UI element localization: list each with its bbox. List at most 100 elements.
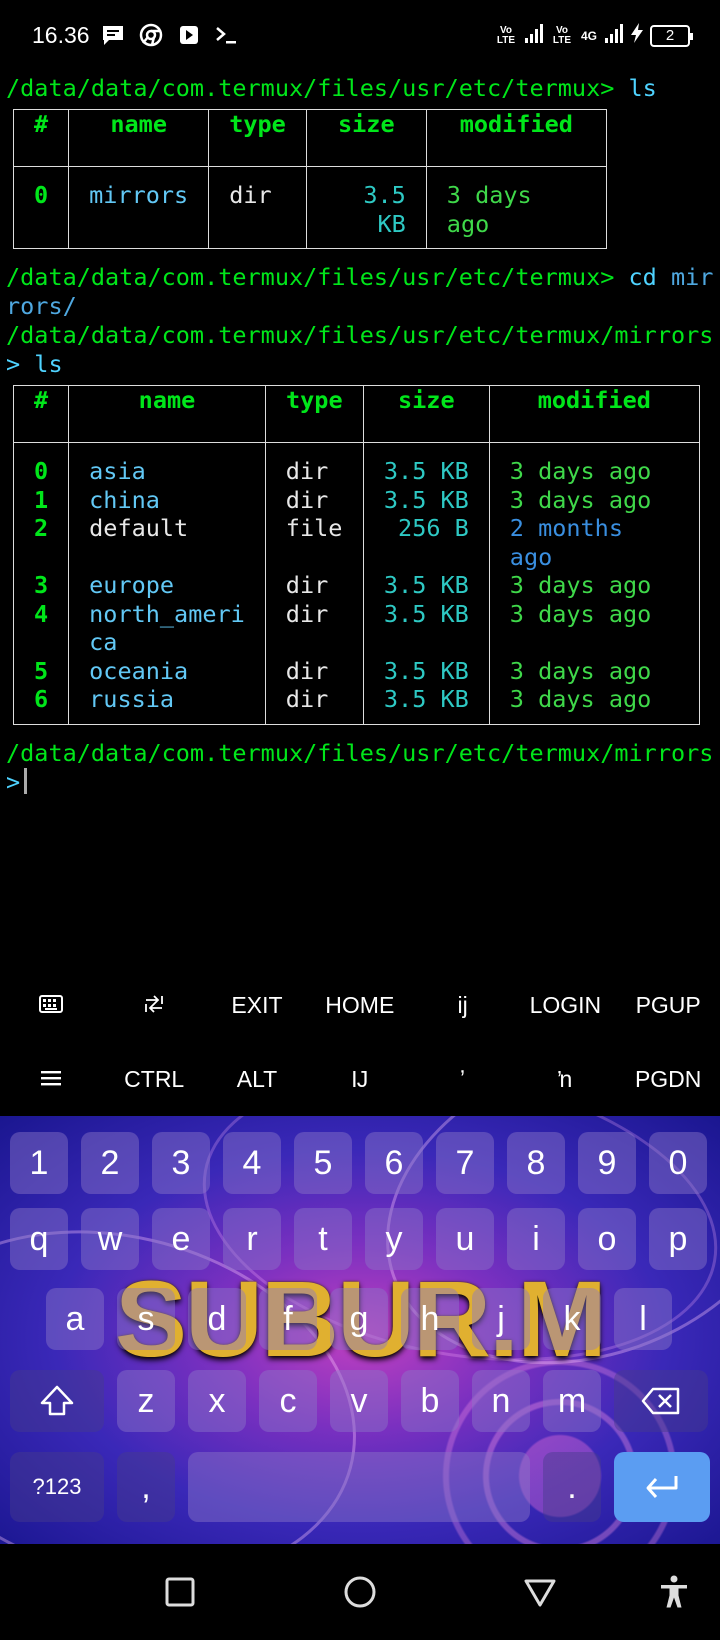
column-header: name [68,109,210,167]
key-j[interactable]: j [472,1288,530,1350]
key-5[interactable]: 5 [294,1132,352,1194]
key-8[interactable]: 8 [507,1132,565,1194]
row-name: russia [68,685,266,725]
ij-key-button[interactable]: ij [411,992,514,1019]
key-4[interactable]: 4 [223,1132,281,1194]
key-k[interactable]: k [543,1288,601,1350]
key-6[interactable]: 6 [365,1132,423,1194]
key-c[interactable]: c [259,1370,317,1432]
key-d[interactable]: d [188,1288,246,1350]
signal-icon [604,22,624,49]
pgup-key-button[interactable]: PGUP [617,992,720,1019]
row-name: north_ameri ca [68,599,266,657]
column-header: type [208,109,307,167]
row-size: 3.5 KB [305,166,427,249]
key-y[interactable]: y [365,1208,423,1270]
table-header-row: # name type size modified [12,109,607,167]
table-row: 6 russia dir 3.5 KB 3 days ago [12,685,700,725]
row-size: 3.5 KB [362,485,490,514]
row-size: 3.5 KB [362,571,490,600]
prompt-path: /data/data/com.termux/files/usr/etc/term… [6,263,615,291]
key-i[interactable]: i [507,1208,565,1270]
pgdn-key-button[interactable]: PGDN [617,1066,720,1093]
key-x[interactable]: x [188,1370,246,1432]
row-index: 3 [12,571,70,600]
signal-icon [524,22,544,49]
period-key[interactable]: . [543,1452,601,1522]
ls-table: # name type size modified 0 mirrors dir … [12,109,607,249]
key-1[interactable]: 1 [10,1132,68,1194]
ij-ligature-key-button[interactable]: Ĳ [308,1066,411,1093]
key-2[interactable]: 2 [81,1132,139,1194]
key-g[interactable]: g [330,1288,388,1350]
terminal-icon [214,22,240,48]
keyboard-toggle-button[interactable] [0,992,103,1019]
row-index: 0 [12,442,70,486]
key-o[interactable]: o [578,1208,636,1270]
command-text: ls [614,74,657,102]
enter-key[interactable] [614,1452,710,1522]
key-s[interactable]: s [117,1288,175,1350]
key-h[interactable]: h [401,1288,459,1350]
key-p[interactable]: p [649,1208,707,1270]
key-b[interactable]: b [401,1370,459,1432]
apostrophe-n-key-button[interactable]: ŉ [514,1066,617,1093]
key-e[interactable]: e [152,1208,210,1270]
play-icon [176,22,202,48]
accessibility-icon[interactable] [656,1574,692,1610]
key-n[interactable]: n [472,1370,530,1432]
backspace-key[interactable] [614,1370,708,1432]
key-r[interactable]: r [223,1208,281,1270]
column-header: # [12,385,70,443]
exit-key-button[interactable]: EXIT [206,992,309,1019]
comma-key[interactable]: , [117,1452,175,1522]
terminal-output[interactable]: /data/data/com.termux/files/usr/etc/term… [6,74,720,797]
alt-key-button[interactable]: ALT [206,1066,309,1093]
key-9[interactable]: 9 [578,1132,636,1194]
row-type: dir [264,599,364,657]
space-bar[interactable] [188,1452,530,1522]
key-t[interactable]: t [294,1208,352,1270]
row-modified: 3 days ago [488,442,700,486]
prompt-line-wrap: > ls [6,350,720,379]
home-key-button[interactable]: HOME [308,992,411,1019]
key-m[interactable]: m [543,1370,601,1432]
key-v[interactable]: v [330,1370,388,1432]
key-f[interactable]: f [259,1288,317,1350]
key-w[interactable]: w [81,1208,139,1270]
key-7[interactable]: 7 [436,1132,494,1194]
row-name-part: north_ameri [89,599,245,628]
status-bar: 16.36 Vo LTE Vo LTE 4G 2 [0,0,720,72]
command-text: cd [614,263,657,291]
row-modified: 3 days ago [488,656,700,685]
tab-key-button[interactable] [103,992,206,1019]
symbols-key[interactable]: ?123 [10,1452,104,1522]
menu-key-button[interactable] [0,1066,103,1093]
row-index: 4 [12,599,70,657]
prompt-line-wrap[interactable]: > [6,767,720,797]
notification-icons [100,22,240,48]
table-row: 1 china dir 3.5 KB 3 days ago [12,485,700,514]
back-icon[interactable] [522,1574,558,1610]
apostrophe-key-button[interactable]: ʼ [411,1066,514,1093]
status-time: 16.36 [32,22,90,48]
key-l[interactable]: l [614,1288,672,1350]
recent-apps-icon[interactable] [162,1574,198,1610]
home-icon[interactable] [342,1574,378,1610]
ctrl-key-button[interactable]: CTRL [103,1066,206,1093]
volte-label-2: Vo LTE [552,24,572,46]
key-a[interactable]: a [46,1288,104,1350]
key-q[interactable]: q [10,1208,68,1270]
column-header: name [68,385,266,443]
row-index: 5 [12,656,70,685]
row-index: 6 [12,685,70,725]
key-0[interactable]: 0 [649,1132,707,1194]
column-header: size [305,109,427,167]
login-key-button[interactable]: LOGIN [514,992,617,1019]
key-z[interactable]: z [117,1370,175,1432]
key-u[interactable]: u [436,1208,494,1270]
keyboard-icon [39,994,64,1013]
key-3[interactable]: 3 [152,1132,210,1194]
column-header: modified [425,109,607,167]
shift-key[interactable] [10,1370,104,1432]
